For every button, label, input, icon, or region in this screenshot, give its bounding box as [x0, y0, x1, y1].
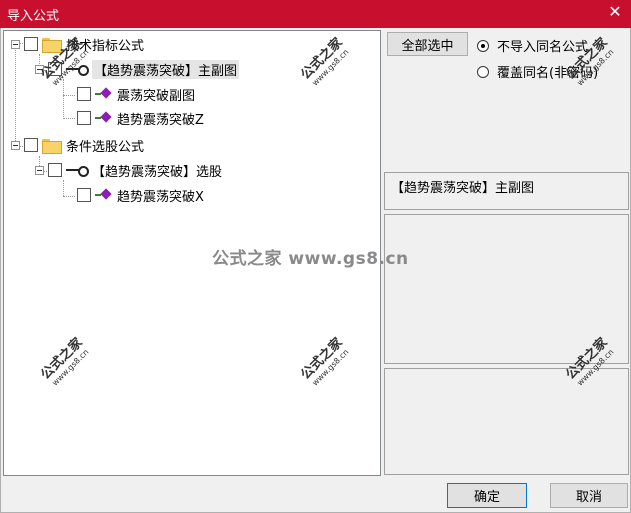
collapse-toggle[interactable]	[11, 39, 20, 49]
title-bar: 导入公式 ✕	[0, 0, 631, 28]
formula-gem-icon	[95, 111, 113, 125]
tree-node-tech-indicators[interactable]: 技术指标公式	[11, 34, 144, 54]
node-checkbox[interactable]	[24, 37, 38, 51]
radio-overwrite-label: 覆盖同名(非密码)	[497, 66, 599, 81]
node-label: 趋势震荡突破X	[117, 189, 204, 205]
node-label: 【趋势震荡突破】主副图	[92, 59, 240, 79]
ok-button[interactable]: 确定	[447, 483, 527, 508]
tree-node-selection-formula[interactable]: 【趋势震荡突破】选股	[35, 160, 222, 180]
select-all-button[interactable]: 全部选中	[387, 32, 468, 56]
collapse-toggle[interactable]	[11, 140, 20, 150]
node-label: 条件选股公式	[66, 139, 145, 155]
formula-gem-icon	[95, 87, 113, 101]
collapse-toggle[interactable]	[35, 64, 44, 74]
node-label: 趋势震荡突破Z	[117, 112, 204, 128]
node-label: 震荡突破副图	[117, 88, 196, 104]
collapse-toggle[interactable]	[35, 165, 44, 175]
node-checkbox[interactable]	[77, 111, 91, 125]
formula-params-panel	[384, 368, 629, 475]
radio-overwrite[interactable]: 覆盖同名(非密码)	[477, 62, 598, 81]
cancel-button[interactable]: 取消	[550, 483, 628, 508]
window-title: 导入公式	[7, 9, 60, 24]
formula-description-panel	[384, 214, 629, 364]
key-icon	[66, 163, 89, 177]
key-icon	[66, 62, 89, 76]
dialog-body: 技术指标公式 【趋势震荡突破】主副图 震荡突破副图 趋势震荡突破Z 条件选股公式	[0, 28, 631, 513]
node-label: 技术指标公式	[66, 38, 145, 54]
tree-node-trend-x[interactable]: 趋势震荡突破X	[77, 185, 204, 205]
node-checkbox[interactable]	[48, 163, 62, 177]
node-checkbox[interactable]	[24, 138, 38, 152]
radio-skip-label: 不导入同名公式	[497, 40, 589, 55]
folder-icon	[42, 138, 62, 154]
node-checkbox[interactable]	[77, 87, 91, 101]
folder-icon	[42, 37, 62, 53]
radio-skip-duplicates[interactable]: 不导入同名公式	[477, 36, 588, 55]
formula-name-panel: 【趋势震荡突破】主副图	[384, 172, 629, 210]
node-checkbox[interactable]	[77, 188, 91, 202]
formula-gem-icon	[95, 188, 113, 202]
watermark-center: 公式之家 www.gs8.cn	[212, 249, 409, 269]
formula-name-text: 【趋势震荡突破】主副图	[391, 181, 535, 196]
tree-node-stock-selection[interactable]: 条件选股公式	[11, 135, 144, 155]
radio-dot[interactable]	[477, 65, 489, 78]
close-icon[interactable]: ✕	[607, 4, 623, 20]
node-checkbox[interactable]	[48, 62, 62, 76]
node-label: 【趋势震荡突破】选股	[92, 164, 223, 180]
tree-node-main-chart[interactable]: 【趋势震荡突破】主副图	[35, 59, 240, 79]
tree-node-sub-chart[interactable]: 震荡突破副图	[77, 84, 195, 104]
tree-node-trend-z[interactable]: 趋势震荡突破Z	[77, 108, 204, 128]
radio-dot[interactable]	[477, 39, 489, 52]
